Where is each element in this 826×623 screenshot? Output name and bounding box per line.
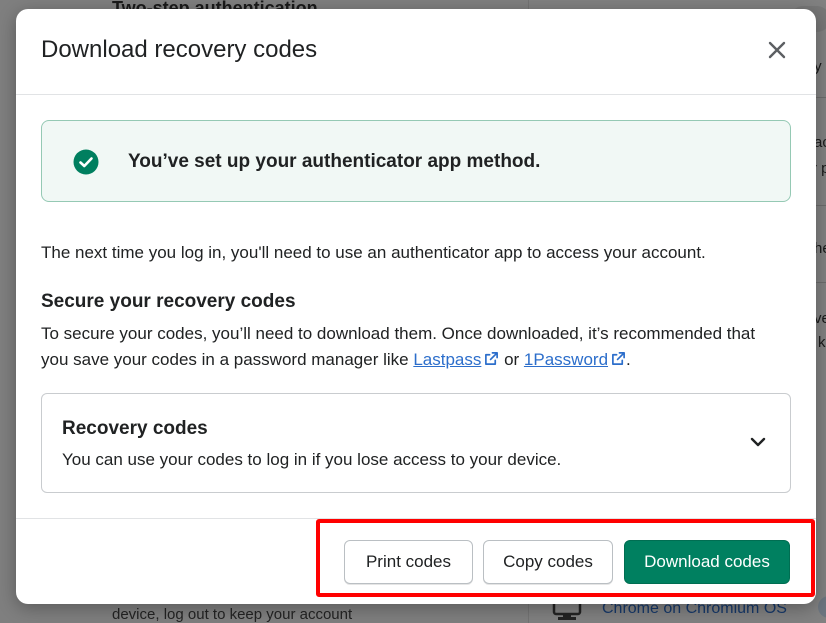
print-codes-button[interactable]: Print codes (344, 540, 473, 584)
or-text: or (499, 350, 524, 369)
lastpass-link[interactable]: Lastpass (413, 350, 499, 369)
line2-prefix: you save your codes in a password manage… (41, 350, 414, 369)
success-banner: You’ve set up your authenticator app met… (41, 120, 791, 202)
1password-link[interactable]: 1Password (524, 350, 626, 369)
secure-codes-line2: you save your codes in a password manage… (41, 347, 801, 373)
end-text: . (626, 350, 631, 369)
lastpass-link-label: Lastpass (413, 350, 482, 369)
external-link-icon (612, 352, 625, 365)
copy-codes-button[interactable]: Copy codes (483, 540, 613, 584)
external-link-icon (485, 352, 499, 365)
recovery-codes-collapsible[interactable]: Recovery codes You can use your codes to… (41, 393, 791, 493)
secure-codes-heading: Secure your recovery codes (41, 291, 296, 312)
modal-header: Download recovery codes (16, 9, 816, 95)
recovery-codes-description: You can use your codes to log in if you … (62, 450, 562, 469)
check-circle-icon (73, 149, 99, 175)
intro-text: The next time you log in, you'll need to… (41, 243, 706, 262)
close-icon (768, 41, 786, 59)
recovery-codes-modal: Download recovery codes You’ve set up yo… (16, 9, 816, 604)
modal-title: Download recovery codes (41, 36, 318, 63)
secure-codes-line1: To secure your codes, you’ll need to dow… (41, 324, 756, 343)
secure-codes-body: To secure your codes, you’ll need to dow… (41, 321, 801, 373)
chevron-down-icon[interactable] (748, 432, 768, 452)
1password-link-label: 1Password (523, 350, 609, 369)
banner-message: You’ve set up your authenticator app met… (128, 151, 541, 172)
download-codes-button[interactable]: Download codes (624, 540, 790, 584)
recovery-codes-title: Recovery codes (62, 418, 208, 439)
close-button[interactable] (766, 39, 788, 61)
modal-footer: Print codes Copy codes Download codes (16, 518, 816, 604)
